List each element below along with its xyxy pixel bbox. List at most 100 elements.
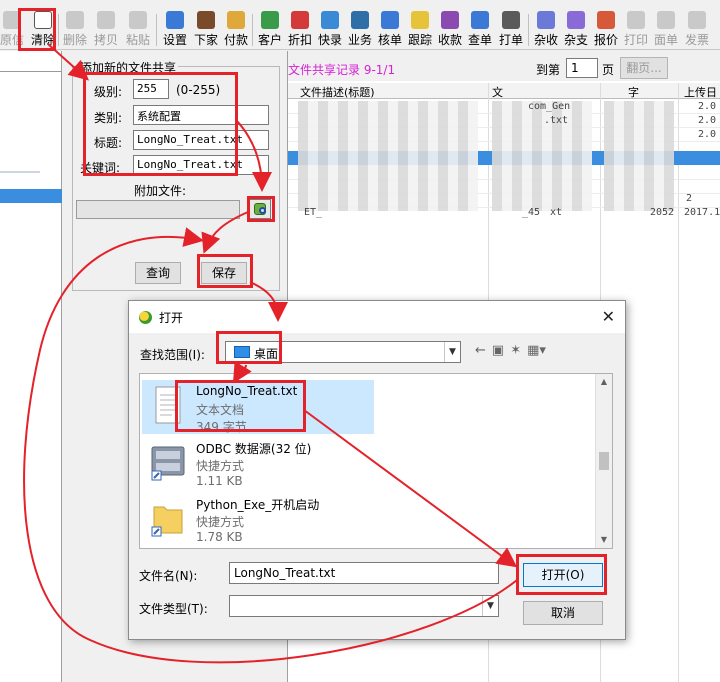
cell-fragment: 2017.1 xyxy=(684,207,720,218)
toolbar-button-11[interactable]: 业务 xyxy=(346,10,374,48)
list-item-python-exe[interactable]: Python_Exe_开机启动 快捷方式 1.78 KB xyxy=(142,492,374,546)
new-folder-icon[interactable]: ✶ xyxy=(510,343,521,358)
toolbar-button-14[interactable]: 收款 xyxy=(436,10,464,48)
list-item-odbc[interactable]: ODBC 数据源(32 位) 快捷方式 1.11 KB xyxy=(142,436,374,490)
toolbar-button-4[interactable]: 粘贴 xyxy=(122,10,154,48)
toolbar-button-17[interactable]: 杂收 xyxy=(532,10,560,48)
category-input[interactable]: 系统配置 xyxy=(133,105,269,125)
open-button[interactable]: 打开(O) xyxy=(523,563,603,587)
keyword-label: 关键词: xyxy=(80,161,121,175)
grid-column-divider xyxy=(678,83,679,682)
browse-file-button[interactable] xyxy=(249,199,271,219)
list-item-longno-treat[interactable]: LongNo_Treat.txt 文本文档 349 字节 xyxy=(142,380,374,434)
attach-file-field[interactable] xyxy=(76,200,240,219)
print-icon xyxy=(627,11,645,29)
level-input[interactable]: 255 xyxy=(133,79,169,99)
desktop-icon xyxy=(234,346,250,358)
toolbar-button-label: 原信 xyxy=(0,33,25,47)
save-button[interactable]: 保存 xyxy=(201,262,247,284)
file-type-select[interactable]: ▼ xyxy=(229,595,499,617)
toolbar-button-label: 核单 xyxy=(377,33,402,47)
toolbar-button-1[interactable]: 清除 xyxy=(26,10,60,48)
track-icon xyxy=(411,11,429,29)
cell-fragment: xt xyxy=(550,207,563,218)
menu-bar xyxy=(0,0,720,8)
toolbar-button-label: 杂收 xyxy=(533,33,558,47)
column-header-size[interactable]: 字 xyxy=(628,84,639,100)
delete-icon xyxy=(66,11,84,29)
chevron-down-icon[interactable]: ▼ xyxy=(444,342,460,362)
toolbar-button-19[interactable]: 报价 xyxy=(592,10,620,48)
column-header-file[interactable]: 文 xyxy=(492,84,503,100)
scroll-down-icon[interactable]: ▼ xyxy=(596,532,612,548)
file-name-input[interactable]: LongNo_Treat.txt xyxy=(229,562,499,584)
cell-fragment: _45 xyxy=(522,207,541,218)
flip-page-button[interactable]: 翻页... xyxy=(620,57,668,79)
toolbar-button-label: 清除 xyxy=(30,33,55,47)
discount-icon xyxy=(291,11,309,29)
query-button[interactable]: 查询 xyxy=(135,262,181,284)
toolbar-button-label: 快录 xyxy=(317,33,342,47)
file-list: LongNo_Treat.txt 文本文档 349 字节 ODBC 数据源(32… xyxy=(139,373,613,549)
folder-shortcut-icon xyxy=(151,506,183,537)
toolbar-button-label: 客户 xyxy=(257,33,282,47)
toolbar-button-label: 收款 xyxy=(437,33,462,47)
toolbar-button-label: 付款 xyxy=(223,33,248,47)
toolbar-button-6[interactable]: 下家 xyxy=(192,10,220,48)
dialog-title-bar[interactable]: 打开 ✕ xyxy=(129,301,625,333)
chevron-down-icon[interactable]: ▼ xyxy=(482,596,498,616)
toolbar-button-0[interactable]: 原信 xyxy=(0,10,24,48)
left-panel-item[interactable] xyxy=(0,171,40,173)
file-name: LongNo_Treat.txt xyxy=(196,384,298,398)
goto-label: 到第 xyxy=(536,63,561,77)
view-menu-icon[interactable]: ▦▾ xyxy=(527,343,546,358)
keyword-input[interactable]: LongNo_Treat.txt xyxy=(133,155,269,175)
toolbar-button-8[interactable]: 客户 xyxy=(256,10,284,48)
left-panel-selected-item[interactable] xyxy=(0,189,62,203)
settings-icon xyxy=(166,11,184,29)
page-number-input[interactable]: 1 xyxy=(566,58,598,78)
toolbar-button-9[interactable]: 折扣 xyxy=(286,10,314,48)
dialog-title: 打开 xyxy=(159,311,184,325)
toolbar-button-12[interactable]: 核单 xyxy=(376,10,404,48)
close-icon[interactable]: ✕ xyxy=(602,307,615,326)
toolbar-button-15[interactable]: 查单 xyxy=(466,10,494,48)
file-list-scrollbar[interactable]: ▲ ▼ xyxy=(595,374,612,548)
toolbar-button-10[interactable]: 快录 xyxy=(316,10,344,48)
toolbar-button-7[interactable]: 付款 xyxy=(220,10,252,48)
toolbar-button-21[interactable]: 面单 xyxy=(652,10,680,48)
toolbar-button-16[interactable]: 打单 xyxy=(496,10,526,48)
toolbar-separator xyxy=(252,14,253,46)
copy-icon xyxy=(97,11,115,29)
scrollbar-thumb[interactable] xyxy=(599,452,609,470)
cancel-button[interactable]: 取消 xyxy=(523,601,603,625)
toolbar-button-18[interactable]: 杂支 xyxy=(562,10,590,48)
up-folder-icon[interactable]: ▣ xyxy=(492,343,504,358)
level-label: 级别: xyxy=(94,85,123,99)
look-in-dropdown[interactable]: 桌面 ▼ xyxy=(225,341,461,363)
customer-icon xyxy=(261,11,279,29)
toolbar-button-20[interactable]: 打印 xyxy=(622,10,650,48)
back-icon[interactable]: ← xyxy=(475,343,486,358)
downstream-icon xyxy=(197,11,215,29)
toolbar-button-2[interactable]: 删除 xyxy=(62,10,88,48)
category-label: 类别: xyxy=(94,111,123,125)
scroll-up-icon[interactable]: ▲ xyxy=(596,374,612,390)
toolbar-button-label: 面单 xyxy=(653,33,678,47)
dialog-nav-toolbar: ← ▣ ✶ ▦▾ xyxy=(475,343,552,361)
title-input[interactable]: LongNo_Treat.txt xyxy=(133,130,269,150)
records-title: 文件共享记录 9-1/1 xyxy=(288,63,396,77)
toolbar-button-label: 查单 xyxy=(467,33,492,47)
cell-fragment: ET_ xyxy=(304,207,323,218)
column-header-upload-date[interactable]: 上传日 xyxy=(684,84,717,100)
toolbar-button-3[interactable]: 拷贝 xyxy=(92,10,120,48)
toolbar-button-13[interactable]: 跟踪 xyxy=(406,10,434,48)
toolbar-button-5[interactable]: 设置 xyxy=(160,10,190,48)
toolbar-button-label: 下家 xyxy=(193,33,218,47)
cell-fragment: 2.0 xyxy=(698,101,717,112)
original-icon xyxy=(3,11,21,29)
toolbar-button-22[interactable]: 发票 xyxy=(682,10,712,48)
records-header: 文件共享记录 9-1/1 到第 1 页 翻页... xyxy=(288,51,720,81)
toolbar-button-label: 发票 xyxy=(684,33,709,47)
column-header-description[interactable]: 文件描述(标题) xyxy=(300,84,375,100)
